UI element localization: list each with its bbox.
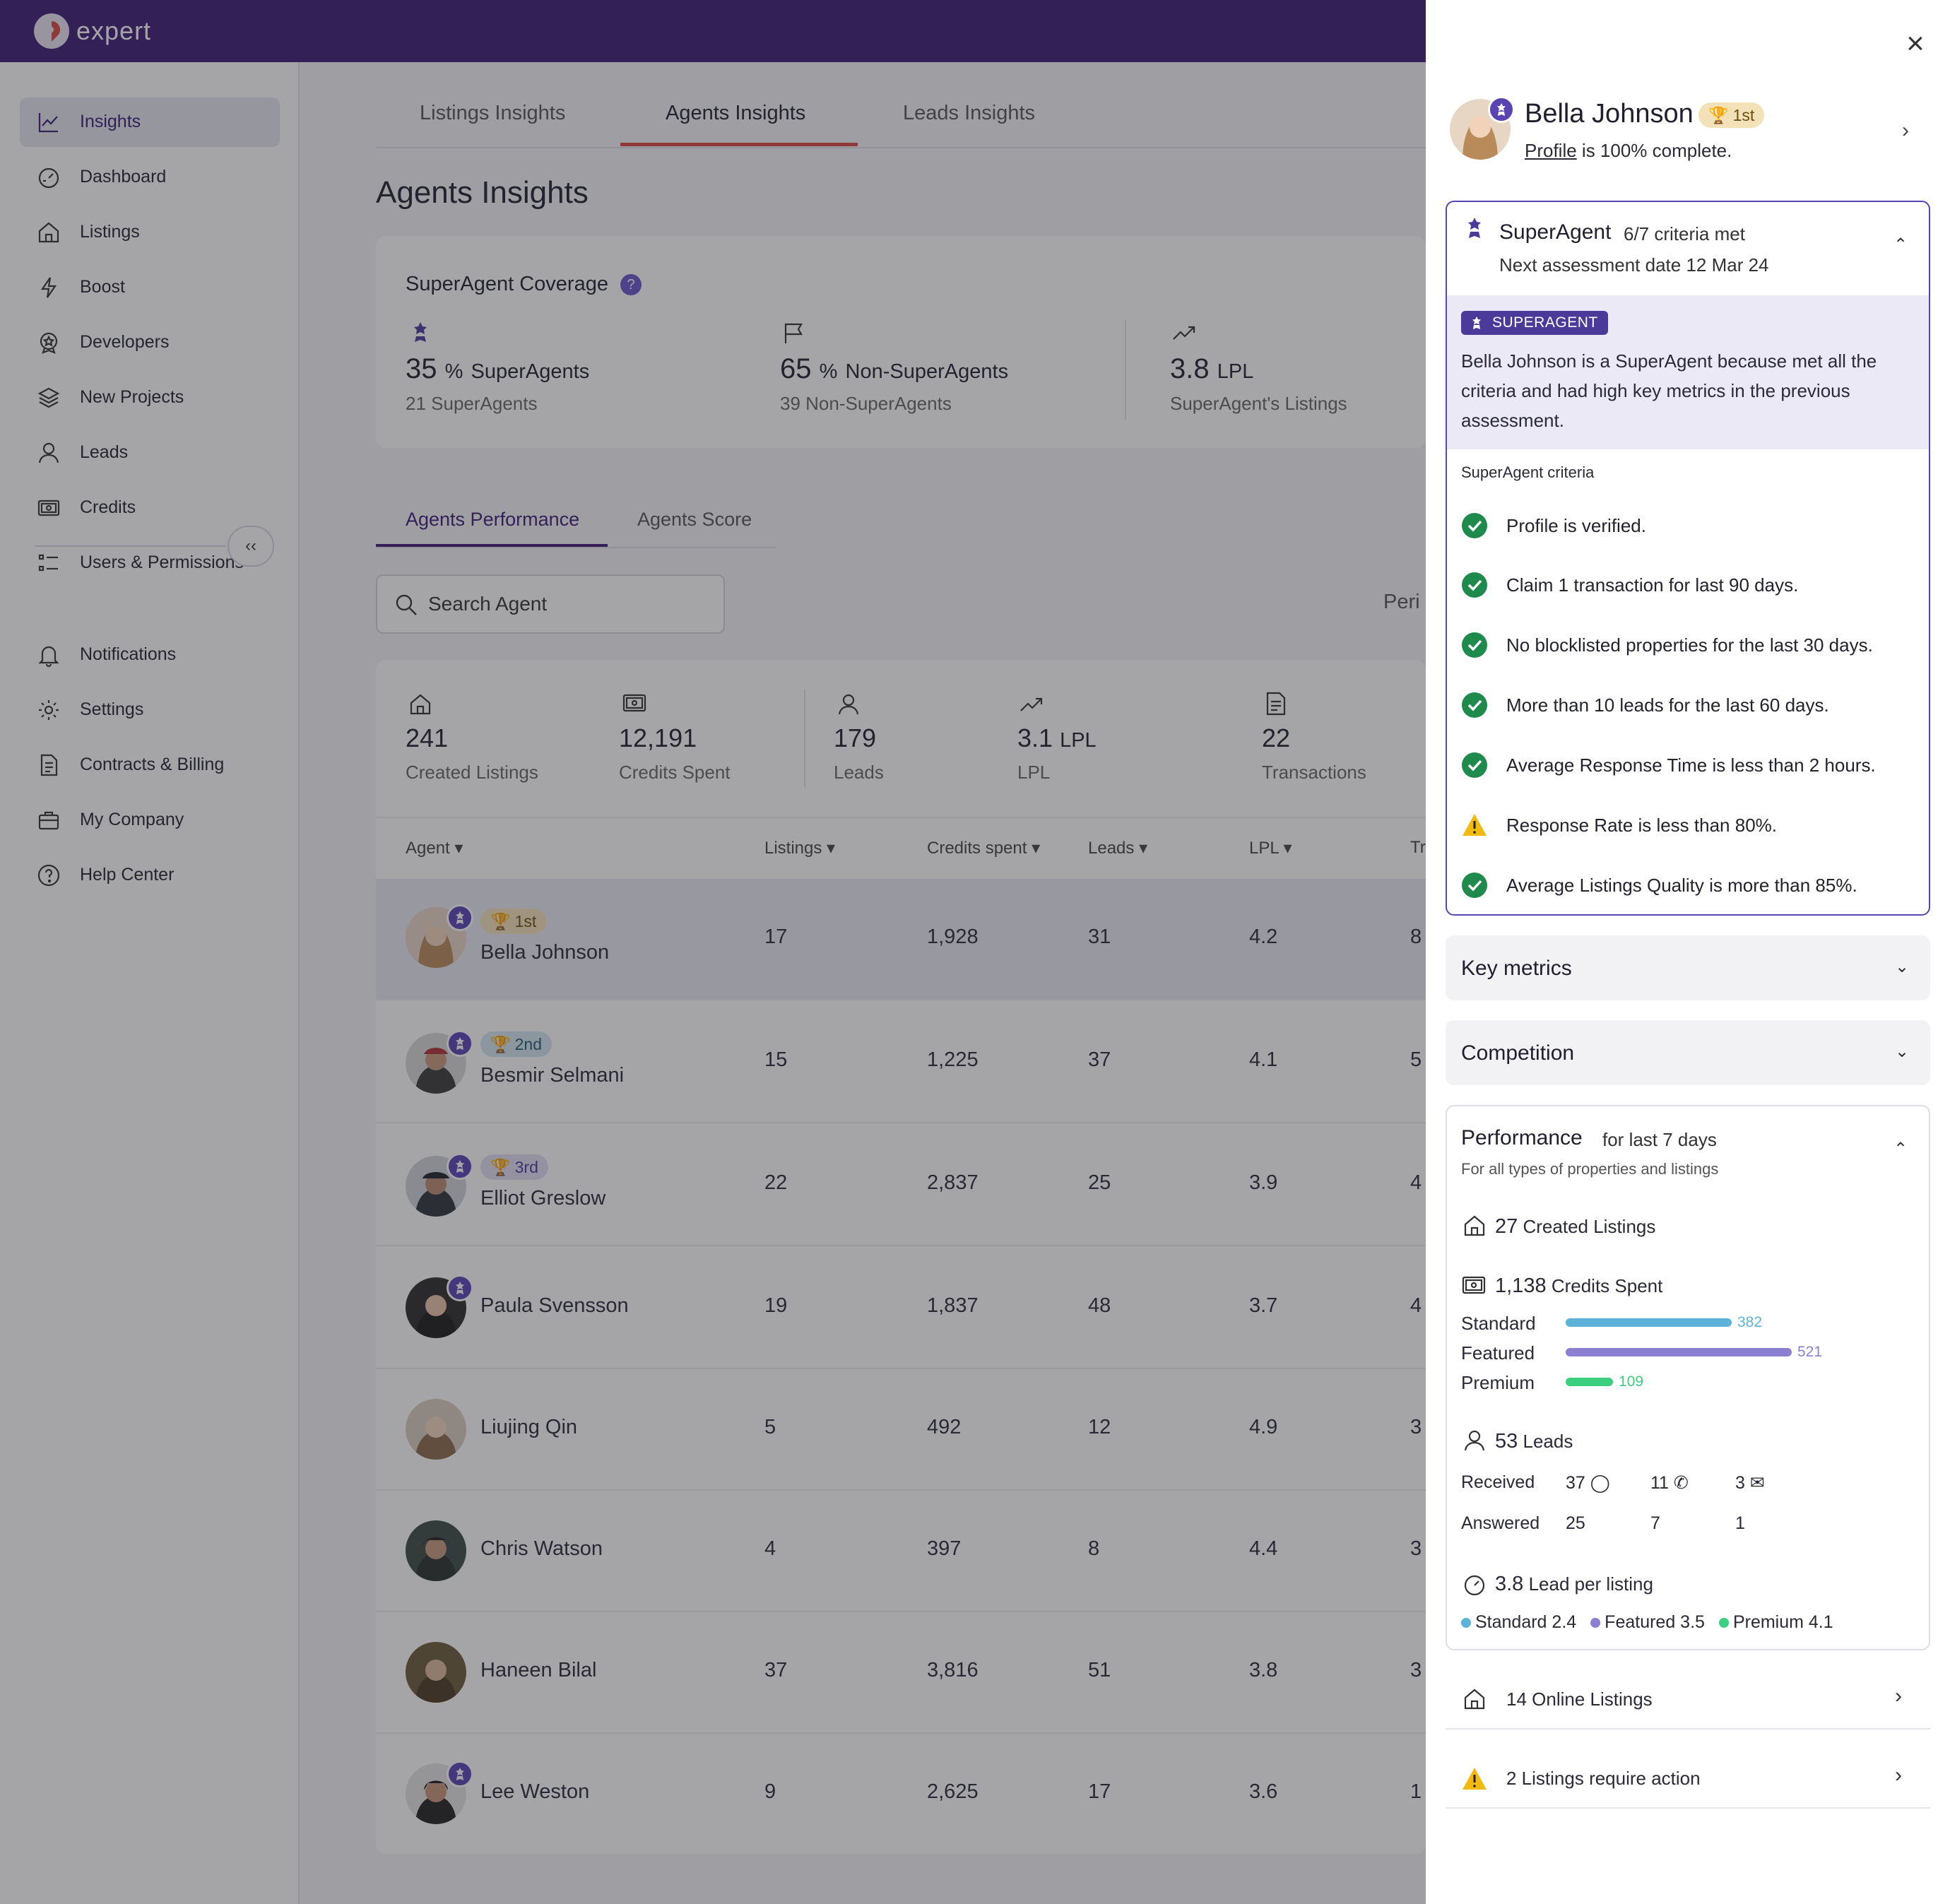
credit-bar-label: Featured — [1461, 1342, 1535, 1364]
trophy-icon: 🏆 — [1708, 105, 1729, 124]
leads-stat: 53 Leads — [1495, 1430, 1573, 1453]
credit-bar-premium — [1566, 1378, 1613, 1386]
check-circle-icon — [1462, 572, 1487, 598]
house-icon — [1464, 1689, 1485, 1710]
credit-bar-standard — [1566, 1318, 1732, 1327]
answered-calls: 7 — [1650, 1513, 1660, 1533]
criterion-item: Average Response Time is less than 2 hou… — [1461, 752, 1876, 779]
key-metrics-title: Key metrics — [1461, 957, 1572, 980]
superagent-badge-icon — [1488, 96, 1515, 123]
criterion-item: More than 10 leads for the last 60 days. — [1461, 692, 1829, 719]
criteria-met: 6/7 criteria met — [1624, 223, 1745, 244]
answered-whatsapp: 25 — [1566, 1513, 1585, 1533]
performance-period: for last 7 days — [1602, 1129, 1717, 1150]
credit-bar-featured — [1566, 1348, 1792, 1356]
chevron-down-icon: ⌄ — [1895, 1042, 1910, 1061]
criteria-title: SuperAgent criteria — [1461, 463, 1595, 481]
warning-icon — [1462, 814, 1487, 836]
superagent-badge: SUPERAGENT — [1461, 311, 1608, 335]
check-circle-icon — [1462, 513, 1487, 538]
chevron-up-icon[interactable]: ⌃ — [1893, 1139, 1908, 1159]
credit-bar-value: 382 — [1737, 1314, 1763, 1330]
gauge-icon — [1464, 1575, 1485, 1596]
chevron-right-icon: › — [1895, 1763, 1902, 1787]
legend-dot — [1461, 1618, 1471, 1628]
legend-dot — [1590, 1618, 1601, 1628]
superagent-title: SuperAgent — [1499, 220, 1612, 244]
superagent-description: Bella Johnson is a SuperAgent because me… — [1461, 350, 1877, 431]
received-emails: 3 ✉ — [1735, 1473, 1765, 1493]
criterion-item: No blocklisted properties for the last 3… — [1461, 632, 1873, 658]
mail-icon: ✉ — [1749, 1473, 1765, 1493]
next-assessment: Next assessment date 12 Mar 24 — [1499, 254, 1769, 276]
rank-badge: 🏆 1st — [1698, 102, 1765, 128]
credit-bar-label: Premium — [1461, 1372, 1535, 1393]
superagent-icon — [1468, 218, 1481, 238]
online-listings-link[interactable]: 14 Online Listings › — [1446, 1670, 1930, 1729]
warning-icon — [1462, 1768, 1487, 1790]
check-circle-icon — [1462, 752, 1487, 778]
lpl-premium: Premium 4.1 — [1718, 1612, 1833, 1633]
answered-emails: 1 — [1735, 1513, 1745, 1533]
credits-spent-stat: 1,138 Credits Spent — [1495, 1275, 1663, 1297]
criterion-item: Claim 1 transaction for last 90 days. — [1461, 572, 1798, 598]
agent-name: Bella Johnson — [1525, 99, 1694, 129]
criterion-item: Response Rate is less than 80%. — [1461, 812, 1777, 839]
phone-icon: ✆ — [1673, 1473, 1689, 1493]
credit-bar-label: Standard — [1461, 1313, 1536, 1334]
credit-bar-value: 521 — [1797, 1344, 1823, 1360]
lpl-featured: Featured 3.5 — [1590, 1612, 1705, 1633]
superagent-icon — [1472, 317, 1481, 329]
online-listings-label: 14 Online Listings — [1506, 1689, 1653, 1710]
criterion-item: Profile is verified. — [1461, 512, 1646, 539]
performance-subtitle: For all types of properties and listings — [1461, 1160, 1719, 1178]
chevron-down-icon: ⌄ — [1895, 957, 1910, 976]
credit-bar-value: 109 — [1619, 1373, 1644, 1390]
chevron-up-icon[interactable]: ⌃ — [1893, 235, 1908, 255]
user-icon — [1464, 1430, 1485, 1451]
lead-per-listing-stat: 3.8 Lead per listing — [1495, 1573, 1653, 1595]
close-icon[interactable]: × — [1902, 28, 1929, 59]
check-circle-icon — [1462, 873, 1487, 898]
profile-link[interactable]: Profile — [1525, 140, 1577, 161]
legend-dot — [1718, 1618, 1729, 1628]
house-icon — [1464, 1215, 1485, 1236]
key-metrics-section[interactable]: Key metrics ⌄ — [1446, 935, 1930, 1000]
listings-action-label: 2 Listings require action — [1506, 1768, 1701, 1789]
lpl-standard: Standard 2.4 — [1461, 1612, 1576, 1633]
answered-label: Answered — [1461, 1513, 1540, 1533]
competition-title: Competition — [1461, 1041, 1575, 1065]
chevron-right-icon[interactable]: › — [1902, 119, 1909, 143]
listings-action-link[interactable]: 2 Listings require action › — [1446, 1749, 1930, 1809]
whatsapp-icon: ◯ — [1590, 1473, 1610, 1493]
received-calls: 11 ✆ — [1650, 1473, 1689, 1493]
profile-status: Profile is 100% complete. — [1525, 140, 1732, 161]
created-listings-stat: 27 Created Listings — [1495, 1215, 1656, 1238]
check-circle-icon — [1462, 692, 1487, 718]
received-label: Received — [1461, 1472, 1535, 1492]
chevron-right-icon: › — [1895, 1684, 1902, 1708]
banknote-icon — [1462, 1276, 1486, 1294]
lpl-breakdown: Standard 2.4 Featured 3.5 Premium 4.1 — [1461, 1612, 1833, 1633]
performance-title: Performance — [1461, 1126, 1583, 1149]
received-whatsapp: 37 ◯ — [1566, 1473, 1610, 1493]
modal-backdrop[interactable] — [0, 0, 1426, 1904]
check-circle-icon — [1462, 632, 1487, 658]
criterion-item: Average Listings Quality is more than 85… — [1461, 872, 1857, 899]
competition-section[interactable]: Competition ⌄ — [1446, 1020, 1930, 1085]
